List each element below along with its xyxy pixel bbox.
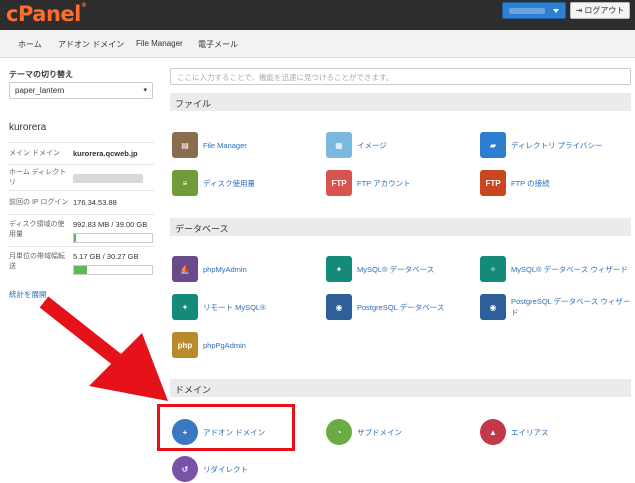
mysql-dolphin-icon: ✦ (326, 256, 352, 282)
logout-label: ログアウト (584, 6, 625, 15)
theme-switch-label: テーマの切り替え (9, 70, 73, 79)
disk-usage-icon: ≡ (172, 170, 198, 196)
remote-mysql-icon: ✦ (172, 294, 198, 320)
mysql-wizard-icon: ✧ (480, 256, 506, 282)
ftp-gear-icon: FTP (480, 170, 506, 196)
section-databases-header[interactable]: データベース (170, 218, 631, 236)
ftp-truck-icon: FTP (326, 170, 352, 196)
images-item[interactable]: ▦ イメージ (326, 132, 387, 158)
file-manager-icon: ▤ (172, 132, 198, 158)
stat-row-bandwidth: 月単位の帯域幅転送 5.17 GB / 30.27 GB (9, 246, 154, 280)
folder-lock-icon: ▰ (480, 132, 506, 158)
globe-redirect-icon: ↺ (172, 456, 198, 482)
postgresql-databases-item[interactable]: ◉ PostgreSQL データベース (326, 294, 444, 320)
phpmyadmin-sail-icon: ⛵ (172, 256, 198, 282)
phppgadmin-item[interactable]: php phpPgAdmin (172, 332, 246, 358)
ftp-connections-item[interactable]: FTP FTP の接続 (480, 170, 550, 196)
logout-icon: ⇥ (575, 6, 583, 15)
disk-usage-item[interactable]: ≡ ディスク使用量 (172, 170, 255, 196)
mysql-wizard-item[interactable]: ✧ MySQL® データベース ウィザード (480, 256, 631, 282)
postgresql-wizard-icon: ◉ (480, 294, 506, 320)
section-domains-header[interactable]: ドメイン (170, 379, 631, 397)
section-files-header[interactable]: ファイル (170, 93, 631, 111)
addon-domain-highlight-box (157, 404, 295, 451)
bandwidth-bar (73, 265, 153, 275)
cpanel-logo[interactable]: cPanel® (6, 2, 87, 26)
stat-row-main-domain: メイン ドメイン kurorera.qcweb.jp (9, 142, 154, 164)
logout-button[interactable]: ⇥ ログアウト (570, 2, 630, 19)
remote-mysql-item[interactable]: ✦ リモート MySQL® (172, 294, 266, 320)
account-username: kurorera (9, 122, 47, 133)
postgresql-wizard-item[interactable]: ◉ PostgreSQL データベース ウィザード (480, 294, 631, 320)
phpmyadmin-item[interactable]: ⛵ phpMyAdmin (172, 256, 247, 282)
redirects-item[interactable]: ↺ リダイレクト (172, 456, 248, 482)
select-arrow-icon: ▾ (143, 87, 147, 94)
globe-subdomain-icon: ◔ (326, 419, 352, 445)
user-menu-button[interactable] (502, 2, 566, 19)
stat-row-disk-usage: ディスク領域の使用量 992.83 MB / 39.00 GB (9, 214, 154, 246)
nav-email[interactable]: 電子メール (198, 39, 238, 50)
directory-privacy-item[interactable]: ▰ ディレクトリ プライバシー (480, 132, 602, 158)
username-blurred (509, 8, 545, 14)
mysql-databases-item[interactable]: ✦ MySQL® データベース (326, 256, 434, 282)
caret-down-icon (553, 9, 559, 13)
breadcrumb-nav: ホーム アドオン ドメイン File Manager 電子メール (0, 30, 635, 58)
disk-usage-bar (73, 233, 153, 243)
sidebar: テーマの切り替え paper_lantern ▾ kurorera メイン ドメ… (0, 58, 162, 483)
aliases-item[interactable]: ▲ エイリアス (480, 419, 549, 445)
expand-stats-link[interactable]: 統計を展開 (9, 289, 47, 300)
feature-search-input[interactable]: ここに入力することで、機能を迅速に見つけることができます。 (170, 68, 631, 85)
image-icon: ▦ (326, 132, 352, 158)
ftp-accounts-item[interactable]: FTP FTP アカウント (326, 170, 411, 196)
theme-select[interactable]: paper_lantern ▾ (9, 82, 153, 99)
globe-alias-icon: ▲ (480, 419, 506, 445)
postgresql-elephant-icon: ◉ (326, 294, 352, 320)
stat-row-home-directory: ホーム ディレクトリ (9, 164, 154, 190)
stat-row-last-login: 前回の IP ログイン 176.34.53.88 (9, 190, 154, 214)
nav-file-manager[interactable]: File Manager (136, 39, 183, 48)
nav-addon-domains[interactable]: アドオン ドメイン (58, 39, 124, 50)
home-directory-blurred (73, 174, 143, 183)
phppgadmin-icon: php (172, 332, 198, 358)
file-manager-item[interactable]: ▤ File Manager (172, 132, 247, 158)
subdomains-item[interactable]: ◔ サブドメイン (326, 419, 402, 445)
top-bar: cPanel® ⇥ ログアウト (0, 0, 635, 30)
nav-home[interactable]: ホーム (18, 39, 42, 50)
